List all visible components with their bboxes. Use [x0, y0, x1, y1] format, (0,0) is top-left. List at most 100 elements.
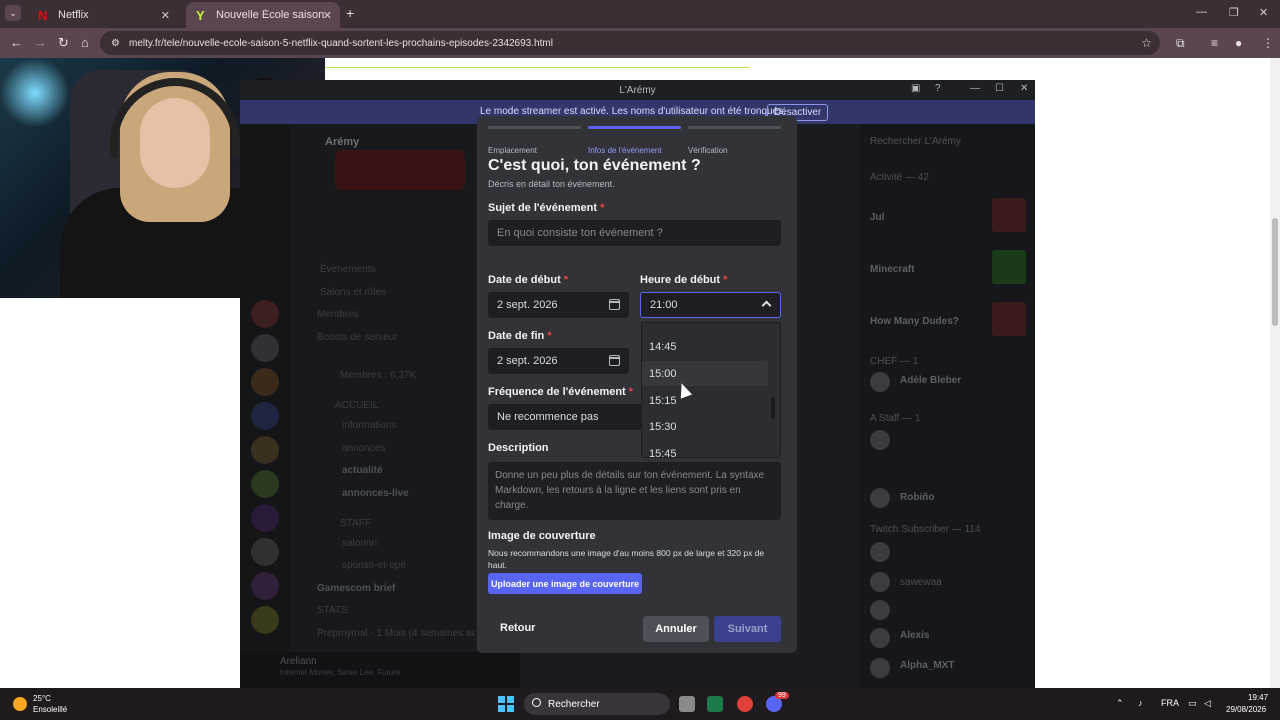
home-icon[interactable]: ⌂	[81, 35, 89, 50]
start-date-field[interactable]: 2 sept. 2026	[488, 292, 629, 318]
mic-icon[interactable]: ♪	[1138, 698, 1143, 708]
subject-input[interactable]	[497, 227, 781, 239]
channel-item[interactable]: Évènements	[320, 264, 376, 275]
time-option[interactable]: 14:45	[642, 334, 768, 359]
back-icon[interactable]: ←	[10, 35, 23, 50]
upload-cover-button[interactable]: Uploader une image de couverture	[488, 573, 642, 594]
channel-item[interactable]: actualité	[342, 465, 383, 476]
member-item[interactable]: Minecraft	[870, 264, 914, 275]
channel-item[interactable]: Boosts de serveur	[317, 332, 398, 343]
bookmark-star-icon[interactable]: ☆	[1141, 36, 1152, 50]
volume-icon[interactable]: ◁	[1204, 698, 1211, 709]
member-item[interactable]: Adèle Bleber	[900, 375, 961, 386]
taskbar-search[interactable]: Rechercher	[524, 693, 670, 715]
category-label[interactable]: STAFF	[340, 518, 371, 529]
server-icon[interactable]	[251, 436, 279, 464]
chrome-icon[interactable]	[737, 696, 753, 712]
close-icon[interactable]: ✕	[1020, 83, 1028, 94]
back-button[interactable]: Retour	[500, 622, 535, 634]
tab-netflix[interactable]: N Netflix ✕	[28, 2, 178, 28]
tab-search-button[interactable]: ⌄	[5, 5, 21, 21]
page-scrollbar[interactable]	[1270, 58, 1280, 688]
server-icon[interactable]	[251, 470, 279, 498]
weather-desc[interactable]: Ensoleillé	[33, 705, 67, 714]
thread-item[interactable]: STATS	[317, 605, 348, 616]
help-icon[interactable]: ?	[935, 83, 941, 94]
media-icon[interactable]: ≡	[1211, 36, 1218, 50]
start-icon[interactable]	[498, 696, 514, 712]
avatar[interactable]	[870, 488, 890, 508]
avatar[interactable]	[870, 372, 890, 392]
description-textarea[interactable]: Donne un peu plus de détails sur ton évé…	[488, 462, 781, 520]
url-field[interactable]: ⚙ melty.fr/tele/nouvelle-ecole-saison-5-…	[100, 31, 1160, 55]
thread-item[interactable]: Prepmymal - 1 Mois (4 semaines actif	[317, 628, 484, 639]
discord-icon[interactable]: 99	[766, 692, 789, 712]
scrollbar-thumb[interactable]	[1272, 218, 1278, 326]
channel-item[interactable]: salonnn	[342, 538, 377, 549]
server-icon[interactable]	[251, 402, 279, 430]
cancel-button[interactable]: Annuler	[643, 616, 709, 642]
avatar[interactable]	[870, 430, 890, 450]
calendar-icon[interactable]	[609, 299, 620, 310]
time-option[interactable]: 15:30	[642, 414, 768, 439]
server-icon[interactable]	[251, 334, 279, 362]
avatar[interactable]	[870, 658, 890, 678]
avatar[interactable]	[870, 628, 890, 648]
tray-expand-icon[interactable]: ⌃	[1116, 698, 1124, 709]
time-dropdown[interactable]: 14:45 15:00 15:15 15:30 15:45	[641, 322, 781, 458]
avatar[interactable]	[870, 542, 890, 562]
network-icon[interactable]: ▭	[1188, 698, 1197, 709]
channel-item[interactable]: Membres	[317, 309, 359, 320]
close-icon[interactable]: ✕	[323, 9, 332, 22]
excel-icon[interactable]	[707, 696, 723, 712]
reload-icon[interactable]: ↻	[58, 35, 69, 51]
calendar-icon[interactable]	[609, 355, 620, 366]
minimize-icon[interactable]: —	[1196, 6, 1207, 18]
server-icon[interactable]	[251, 300, 279, 328]
member-item[interactable]: Alexis	[900, 630, 929, 641]
dropdown-scrollbar[interactable]	[771, 397, 775, 419]
server-icon[interactable]	[251, 504, 279, 532]
start-time-select[interactable]: 21:00	[640, 292, 781, 318]
channel-item[interactable]: informations	[342, 420, 396, 431]
avatar[interactable]	[870, 572, 890, 592]
member-item[interactable]: Jul	[870, 212, 884, 223]
channel-item[interactable]: annonces-live	[342, 488, 409, 499]
maximize-icon[interactable]: ☐	[995, 83, 1004, 94]
profile-avatar-icon[interactable]: ●	[1235, 36, 1242, 50]
channel-item[interactable]: sponso-et-opé	[342, 560, 406, 571]
inbox-icon[interactable]: ▣	[911, 83, 920, 94]
channel-item[interactable]: annonces	[342, 443, 385, 454]
tab-melty[interactable]: Y Nouvelle École saison 5 (Netflix ✕	[186, 2, 340, 28]
member-item[interactable]: Robiño	[900, 492, 934, 503]
channel-item[interactable]: Salons et rôles	[320, 287, 386, 298]
time-option[interactable]: 15:45	[642, 441, 768, 458]
member-item[interactable]: sawewaa	[900, 577, 942, 588]
site-info-icon[interactable]: ⚙	[111, 38, 120, 49]
server-name[interactable]: Arémy	[325, 136, 359, 148]
new-tab-icon[interactable]: +	[346, 5, 354, 21]
member-item[interactable]: Alpha_MXT	[900, 660, 954, 671]
menu-icon[interactable]: ⋮	[1262, 36, 1274, 50]
time-option-hovered[interactable]: 15:00	[642, 361, 768, 386]
member-item[interactable]: How Many Dudes?	[870, 316, 959, 327]
server-icon[interactable]	[251, 572, 279, 600]
subject-field[interactable]	[488, 220, 781, 246]
thread-item[interactable]: Gamescom brief	[317, 583, 395, 594]
close-icon[interactable]: ✕	[161, 9, 170, 22]
task-view-icon[interactable]	[679, 696, 695, 712]
avatar[interactable]	[870, 600, 890, 620]
clock-date[interactable]: 29/08/2026	[1226, 705, 1266, 714]
server-icon[interactable]	[251, 538, 279, 566]
sun-icon[interactable]	[13, 697, 27, 711]
close-window-icon[interactable]: ✕	[1259, 6, 1268, 19]
category-label[interactable]: ACCUEIL	[335, 400, 378, 411]
extensions-icon[interactable]: ⧉	[1176, 36, 1185, 51]
weather-temp[interactable]: 25°C	[33, 694, 51, 703]
server-icon[interactable]	[251, 606, 279, 634]
server-search[interactable]: Rechercher L'Arémy	[870, 136, 961, 147]
server-icon[interactable]	[251, 368, 279, 396]
end-date-field[interactable]: 2 sept. 2026	[488, 348, 629, 374]
time-option[interactable]: 15:15	[642, 388, 768, 413]
language-indicator[interactable]: FRA	[1161, 698, 1179, 708]
